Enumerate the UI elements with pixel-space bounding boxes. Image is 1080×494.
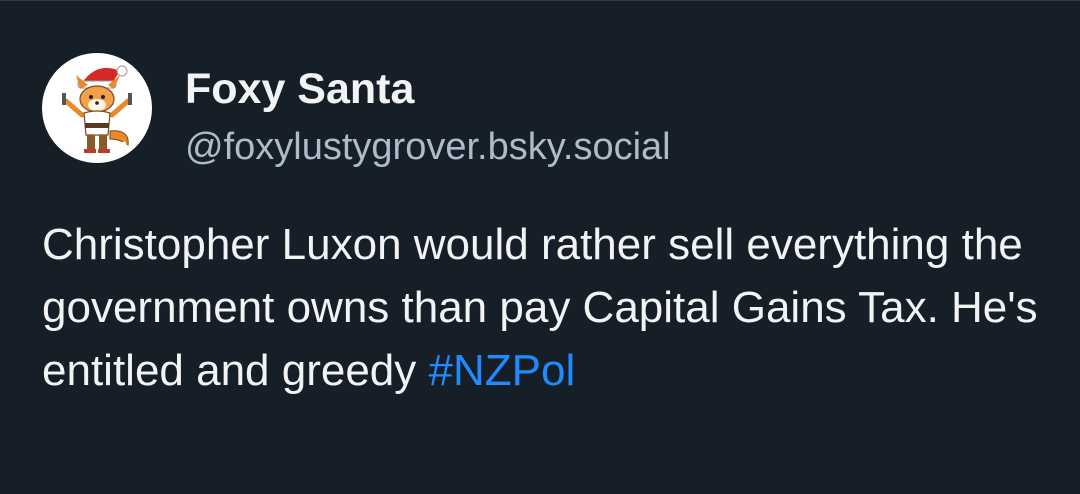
author-handle[interactable]: @foxylustygrover.bsky.social <box>185 123 671 171</box>
post-card: Foxy Santa @foxylustygrover.bsky.social … <box>0 0 1080 494</box>
author-avatar[interactable] <box>42 53 152 163</box>
fox-santa-icon <box>62 65 132 153</box>
post-text: Christopher Luxon would rather sell ever… <box>42 213 1042 402</box>
hashtag-link[interactable]: #NZPol <box>429 346 576 395</box>
author-display-name[interactable]: Foxy Santa <box>185 63 414 115</box>
